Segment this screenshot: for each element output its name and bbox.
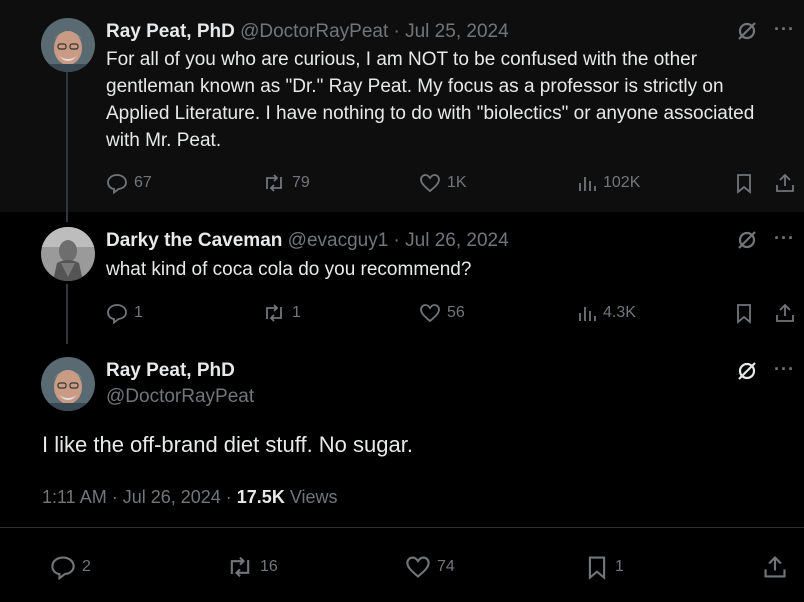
- avatar[interactable]: [41, 357, 95, 411]
- tweet-text: what kind of coca cola do you recommend?: [106, 259, 472, 280]
- repost-count: 79: [292, 174, 310, 191]
- repost-count: 1: [292, 304, 301, 321]
- views-button[interactable]: 4.3K: [577, 298, 636, 328]
- share-button[interactable]: [774, 298, 796, 328]
- share-icon: [774, 172, 796, 194]
- like-count: 1K: [447, 174, 467, 191]
- like-count: 56: [447, 304, 465, 321]
- view-count: 17.5K: [236, 487, 285, 507]
- views-count: 4.3K: [603, 304, 636, 321]
- like-icon: [419, 172, 441, 194]
- tweet-timestamp-row: 1:11 AM · Jul 26, 2024 · 17.5K Views: [42, 487, 338, 508]
- divider: [0, 527, 804, 528]
- author-name[interactable]: Ray Peat, PhD: [106, 21, 235, 42]
- like-button[interactable]: 56: [419, 298, 465, 328]
- like-count: 74: [437, 558, 455, 575]
- tweet-text: For all of you who are curious, I am NOT…: [106, 49, 755, 151]
- tweet-header: Ray Peat, PhD @DoctorRayPeat · Jul 25, 2…: [106, 21, 509, 43]
- reply-count: 67: [134, 174, 152, 191]
- thread-line: [66, 72, 68, 222]
- share-button[interactable]: [774, 168, 796, 198]
- repost-icon: [262, 172, 286, 194]
- like-button[interactable]: 74: [405, 552, 455, 582]
- bookmark-count: 1: [615, 558, 624, 575]
- tweet-actions: 2 16 74 1: [0, 552, 804, 582]
- author-meta[interactable]: @DoctorRayPeat · Jul 25, 2024: [240, 21, 509, 42]
- views-button[interactable]: 102K: [577, 168, 640, 198]
- bookmark-button[interactable]: [734, 298, 754, 328]
- like-icon: [405, 554, 431, 580]
- repost-icon: [226, 554, 254, 580]
- views-count: 102K: [603, 174, 641, 191]
- reply-button[interactable]: 2: [50, 552, 91, 582]
- more-icon[interactable]: ···: [774, 228, 795, 249]
- tweet-actions: 67 79 1K 102K: [0, 168, 804, 198]
- avatar[interactable]: [41, 227, 95, 281]
- bookmark-button[interactable]: [734, 168, 754, 198]
- reply-button[interactable]: 1: [106, 298, 143, 328]
- reply-count: 1: [134, 304, 143, 321]
- tweet-actions: 1 1 56 4.3K: [0, 298, 804, 328]
- author-handle[interactable]: @DoctorRayPeat: [106, 386, 254, 408]
- grok-icon[interactable]: [736, 20, 758, 47]
- author-meta[interactable]: @evacguy1 · Jul 26, 2024: [288, 230, 509, 251]
- like-button[interactable]: 1K: [419, 168, 467, 198]
- reply-icon: [106, 302, 128, 324]
- reply-button[interactable]: 67: [106, 168, 152, 198]
- bookmark-icon: [734, 302, 754, 324]
- views-icon: [577, 302, 597, 324]
- grok-icon[interactable]: [736, 229, 758, 256]
- like-icon: [419, 302, 441, 324]
- repost-icon: [262, 302, 286, 324]
- grok-icon[interactable]: [736, 360, 758, 387]
- bookmark-icon: [585, 554, 609, 580]
- tweet-header: Darky the Caveman @evacguy1 · Jul 26, 20…: [106, 230, 509, 252]
- repost-button[interactable]: 79: [262, 168, 310, 198]
- share-icon: [774, 302, 796, 324]
- reply-icon: [106, 172, 128, 194]
- bookmark-icon: [734, 172, 754, 194]
- repost-button[interactable]: 1: [262, 298, 301, 328]
- repost-button[interactable]: 16: [226, 552, 278, 582]
- more-icon[interactable]: ···: [774, 19, 795, 40]
- author-name[interactable]: Darky the Caveman: [106, 230, 282, 251]
- reply-icon: [50, 554, 76, 580]
- avatar[interactable]: [41, 18, 95, 72]
- more-icon[interactable]: ···: [774, 359, 795, 380]
- reply-count: 2: [82, 558, 91, 575]
- tweet-text: I like the off-brand diet stuff. No suga…: [42, 432, 413, 457]
- share-icon: [762, 554, 788, 580]
- views-label: Views: [284, 487, 338, 507]
- share-button[interactable]: [762, 552, 788, 582]
- bookmark-button[interactable]: 1: [585, 552, 624, 582]
- tweet-time[interactable]: 1:11 AM · Jul 26, 2024 ·: [42, 487, 237, 507]
- repost-count: 16: [260, 558, 278, 575]
- views-icon: [577, 172, 597, 194]
- author-name[interactable]: Ray Peat, PhD: [106, 360, 235, 382]
